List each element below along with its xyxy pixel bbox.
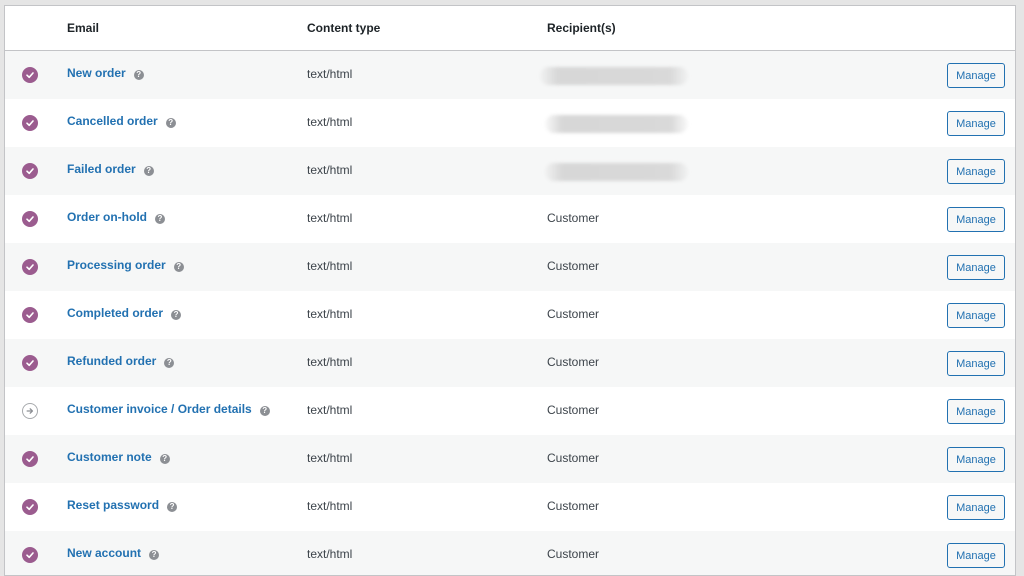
redacted-recipient-blur bbox=[540, 67, 688, 85]
manage-button[interactable]: Manage bbox=[947, 111, 1005, 136]
checkmark-circle-icon bbox=[22, 355, 38, 371]
checkmark-circle-icon bbox=[22, 163, 38, 179]
manage-button[interactable]: Manage bbox=[947, 399, 1005, 424]
checkmark-circle-icon bbox=[22, 67, 38, 83]
column-header-email[interactable]: Email bbox=[67, 21, 99, 35]
email-name-link[interactable]: Failed order? bbox=[67, 162, 154, 176]
content-type-value: text/html bbox=[307, 499, 353, 513]
manage-button[interactable]: Manage bbox=[947, 447, 1005, 472]
column-header-content-type: Content type bbox=[307, 21, 381, 35]
checkmark-circle-icon bbox=[22, 451, 38, 467]
email-name-label: New order bbox=[67, 66, 126, 80]
content-type-value: text/html bbox=[307, 163, 353, 177]
recipient-value: Customer bbox=[547, 307, 600, 321]
table-row: Customer invoice / Order details? text/ht… bbox=[5, 387, 1015, 435]
manage-button[interactable]: Manage bbox=[947, 543, 1005, 568]
checkmark-circle-icon bbox=[22, 307, 38, 323]
email-name-link[interactable]: New account? bbox=[67, 546, 160, 560]
recipient-value: Customer bbox=[547, 211, 600, 225]
content-type-value: text/html bbox=[307, 259, 353, 273]
email-name-label: Customer invoice / Order details bbox=[67, 402, 252, 416]
checkmark-circle-icon bbox=[22, 499, 38, 515]
email-name-link[interactable]: Customer note? bbox=[67, 450, 170, 464]
manage-button[interactable]: Manage bbox=[947, 255, 1005, 280]
help-icon[interactable]: ? bbox=[259, 406, 270, 416]
email-name-label: Order on-hold bbox=[67, 210, 147, 224]
email-name-label: Processing order bbox=[67, 258, 166, 272]
table-header: Email Content type Recipient(s) bbox=[5, 6, 1015, 51]
table-row: Reset password? text/html Customer Manage bbox=[5, 483, 1015, 531]
help-icon[interactable]: ? bbox=[165, 118, 176, 128]
help-icon[interactable]: ? bbox=[133, 70, 144, 80]
content-type-value: text/html bbox=[307, 115, 353, 129]
content-type-value: text/html bbox=[307, 451, 353, 465]
help-icon[interactable]: ? bbox=[171, 310, 182, 320]
recipient-value: Customer bbox=[547, 547, 600, 561]
email-name-link[interactable]: Completed order? bbox=[67, 306, 182, 320]
content-type-value: text/html bbox=[307, 355, 353, 369]
table-row: Failed order? text/html Manage bbox=[5, 147, 1015, 195]
redacted-recipient-blur bbox=[545, 115, 688, 133]
table-row: Cancelled order? text/html Manage bbox=[5, 99, 1015, 147]
recipient-value: Customer bbox=[547, 259, 600, 273]
email-name-link[interactable]: New order? bbox=[67, 66, 144, 80]
help-icon[interactable]: ? bbox=[149, 550, 160, 560]
recipient-value: Customer bbox=[547, 499, 600, 513]
email-name-label: Completed order bbox=[67, 306, 164, 320]
recipient-value: Customer bbox=[547, 451, 600, 465]
arrow-right-circle-icon bbox=[22, 403, 38, 419]
help-icon[interactable]: ? bbox=[164, 358, 175, 368]
email-name-link[interactable]: Cancelled order? bbox=[67, 114, 176, 128]
email-name-label: Customer note bbox=[67, 450, 152, 464]
manage-button[interactable]: Manage bbox=[947, 207, 1005, 232]
help-icon[interactable]: ? bbox=[159, 454, 170, 464]
table-row: Completed order? text/html Customer Manage bbox=[5, 291, 1015, 339]
email-name-link[interactable]: Order on-hold? bbox=[67, 210, 165, 224]
email-name-label: New account bbox=[67, 546, 142, 560]
recipient-value: Customer bbox=[547, 403, 600, 417]
content-type-value: text/html bbox=[307, 547, 353, 561]
manage-button[interactable]: Manage bbox=[947, 159, 1005, 184]
help-icon[interactable]: ? bbox=[167, 502, 178, 512]
content-type-value: text/html bbox=[307, 307, 353, 321]
help-icon[interactable]: ? bbox=[173, 262, 184, 272]
content-type-value: text/html bbox=[307, 211, 353, 225]
manage-button[interactable]: Manage bbox=[947, 495, 1005, 520]
email-name-label: Refunded order bbox=[67, 354, 157, 368]
content-type-value: text/html bbox=[307, 67, 353, 81]
table-row: Order on-hold? text/html Customer Manage bbox=[5, 195, 1015, 243]
help-icon[interactable]: ? bbox=[155, 214, 165, 224]
column-header-recipients: Recipient(s) bbox=[547, 21, 616, 35]
content-type-value: text/html bbox=[307, 403, 353, 417]
email-name-label: Cancelled order bbox=[67, 114, 158, 128]
email-name-link[interactable]: Reset password? bbox=[67, 498, 178, 512]
table-row: Refunded order? text/html Customer Manage bbox=[5, 339, 1015, 387]
recipient-value: Customer bbox=[547, 355, 600, 369]
table-row: Customer note? text/html Customer Manage bbox=[5, 435, 1015, 483]
email-name-label: Failed order bbox=[67, 162, 136, 176]
help-icon[interactable]: ? bbox=[143, 166, 154, 176]
manage-button[interactable]: Manage bbox=[947, 303, 1005, 328]
table-body: New order? text/html Manage Cancelled order… bbox=[5, 51, 1015, 575]
table-row: New order? text/html Manage bbox=[5, 51, 1015, 99]
email-name-label: Reset password bbox=[67, 498, 160, 512]
manage-button[interactable]: Manage bbox=[947, 351, 1005, 376]
email-name-link[interactable]: Customer invoice / Order details? bbox=[67, 402, 270, 416]
email-name-link[interactable]: Refunded order? bbox=[67, 354, 175, 368]
email-name-link[interactable]: Processing order? bbox=[67, 258, 184, 272]
manage-button[interactable]: Manage bbox=[947, 63, 1005, 88]
checkmark-circle-icon bbox=[22, 259, 38, 275]
email-notifications-table: Email Content type Recipient(s) New orde… bbox=[4, 5, 1016, 576]
checkmark-circle-icon bbox=[22, 211, 38, 227]
table-row: New account? text/html Customer Manage bbox=[5, 531, 1015, 575]
checkmark-circle-icon bbox=[22, 547, 38, 563]
checkmark-circle-icon bbox=[22, 115, 38, 131]
table-row: Processing order? text/html Customer Manage bbox=[5, 243, 1015, 291]
redacted-recipient-blur bbox=[545, 163, 688, 181]
